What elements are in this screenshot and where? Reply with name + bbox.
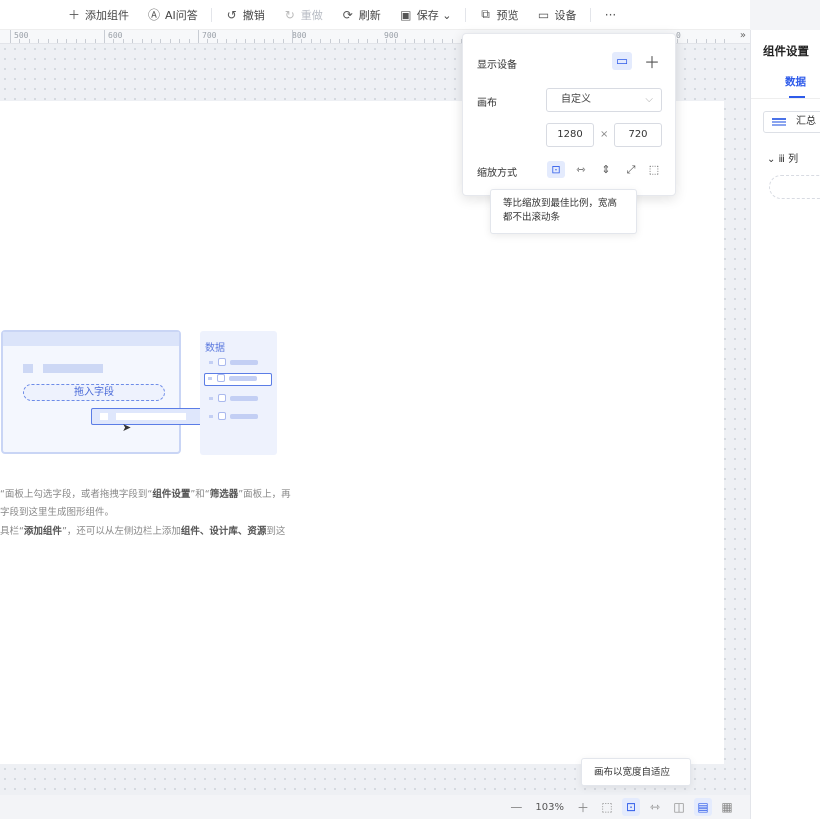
- device-settings-popover: 显示设备 ▭ ＋ 画布 自定义 ⌵ 1280 × 720 缩放方式 ⊡ ⇿ ⇕ ⤢…: [462, 33, 676, 196]
- illustration-drop-zone: 拖入字段: [23, 384, 165, 401]
- ai-icon: Ⓐ: [147, 8, 160, 22]
- empty-hint-line-3: 具栏“添加组件”，还可以从左侧边栏上添加组件、设计库、资源到这: [0, 526, 286, 537]
- device-icon: ▭: [537, 7, 550, 22]
- zoom-level[interactable]: 103%: [531, 802, 568, 813]
- more-icon: ···: [604, 7, 617, 22]
- scale-original-icon[interactable]: ⬚: [645, 161, 663, 178]
- fit-width-icon[interactable]: ⇿: [646, 798, 664, 816]
- panel-title: 组件设置: [763, 44, 809, 58]
- toolbar-button-label: 添加组件: [85, 8, 129, 22]
- illustration-dragged-field: [91, 408, 209, 425]
- toolbar-button-plus[interactable]: ＋ 添加组件: [58, 0, 138, 30]
- toolbar-button-label: 重做: [300, 8, 323, 22]
- toolbar-button-label: 撤销: [242, 8, 265, 22]
- fit-screen-icon[interactable]: ⬚: [598, 798, 616, 816]
- summary-selector[interactable]: 汇总: [763, 111, 820, 133]
- scale-fit-best-icon[interactable]: ⊡: [547, 161, 565, 178]
- summary-icon: [772, 118, 786, 126]
- scale-fit-height-icon[interactable]: ⇕: [597, 161, 615, 178]
- component-settings-panel: 组件设置 数据 汇总 ⌄ ⅲ 列: [750, 30, 820, 819]
- toolbar-button-redo[interactable]: ↻ 重做: [274, 0, 332, 30]
- plus-icon: ＋: [67, 8, 80, 22]
- display-device-label: 显示设备: [477, 60, 517, 71]
- scale-stretch-icon[interactable]: ⤢: [622, 161, 640, 178]
- top-toolbar: ＋ 添加组件 Ⓐ AI问答 ↺ 撤销 ↻ 重做 ⟳ 刷新 ▣ 保存 ⌄ ⧉ 预览 ▭ 设备 ···: [0, 0, 750, 30]
- canvas-height-input[interactable]: 720: [614, 123, 662, 147]
- canvas-width-input[interactable]: 1280: [546, 123, 594, 147]
- chevron-down-icon: ⌵: [645, 94, 653, 105]
- scale-mode-label: 缩放方式: [477, 168, 517, 179]
- tab-data[interactable]: 数据: [785, 74, 806, 89]
- ruler-label: 500: [14, 31, 29, 40]
- panel-layout-icon[interactable]: ▤: [694, 798, 712, 816]
- fit-best-icon[interactable]: ⊡: [622, 798, 640, 816]
- times-sign: ×: [600, 129, 609, 140]
- canvas-label: 画布: [477, 98, 497, 109]
- scale-mode-tooltip: 等比缩放到最佳比例，宽高都不出滚动条: [490, 189, 637, 234]
- toolbar-button-preview[interactable]: ⧉ 预览: [470, 0, 528, 30]
- toolbar-button-label: 保存 ⌄: [416, 8, 452, 22]
- toolbar-separator: [464, 7, 466, 22]
- toolbar-button-save[interactable]: ▣ 保存 ⌄: [390, 0, 461, 30]
- scale-fit-width-icon[interactable]: ⇿: [572, 161, 590, 178]
- empty-hint-line-1: “面板上勾选字段，或者拖拽字段到“组件设置”和“筛选器”面板上，再: [0, 489, 291, 500]
- toolbar-button-label: 设备: [554, 8, 577, 22]
- column-section-toggle[interactable]: ⌄ ⅲ 列: [767, 150, 798, 165]
- column-drop-zone[interactable]: [769, 175, 820, 199]
- monitor-icon[interactable]: ▭: [612, 52, 632, 70]
- toolbar-button-more[interactable]: ···: [595, 0, 627, 30]
- toolbar-button-refresh[interactable]: ⟳ 刷新: [332, 0, 390, 30]
- cursor-icon: ➤: [122, 421, 132, 434]
- zoom-bar: — 103% ＋ ⬚ ⊡ ⇿ ◫ ▤ ▦: [0, 795, 750, 819]
- toolbar-button-label: 预览: [496, 8, 519, 22]
- refresh-icon: ⟳: [342, 7, 353, 22]
- empty-hint-line-2: 字段到这里生成图形组件。: [0, 507, 115, 518]
- ruler-label: 700: [202, 31, 217, 40]
- toolbar-separator: [589, 7, 591, 22]
- illustration-data-label: 数据: [205, 343, 225, 354]
- zoom-out-icon[interactable]: —: [507, 798, 525, 816]
- toolbar-button-undo[interactable]: ↺ 撤销: [216, 0, 274, 30]
- fit-width-tooltip: 画布以宽度自适应: [581, 758, 691, 786]
- ruler-expand-icon[interactable]: »: [740, 30, 746, 41]
- undo-icon: ↺: [226, 7, 237, 22]
- zoom-in-icon[interactable]: ＋: [574, 798, 592, 816]
- redo-icon: ↻: [284, 7, 295, 22]
- ruler-label: 800: [292, 31, 307, 40]
- canvas-size-select[interactable]: 自定义 ⌵: [546, 88, 662, 112]
- illustration-data-panel: 数据: [200, 331, 277, 455]
- toolbar-button-ai[interactable]: Ⓐ AI问答: [138, 0, 207, 30]
- illustration-chart-frame: 拖入字段: [1, 330, 181, 454]
- toolbar-button-label: AI问答: [165, 8, 198, 22]
- toolbar-button-device[interactable]: ▭ 设备: [528, 0, 586, 30]
- toolbar-button-label: 刷新: [358, 8, 381, 22]
- toolbar-separator: [210, 7, 212, 22]
- save-icon: ▣: [400, 7, 412, 22]
- grid-icon[interactable]: ▦: [718, 798, 736, 816]
- add-device-icon[interactable]: ＋: [642, 52, 662, 72]
- layout-icon[interactable]: ◫: [670, 798, 688, 816]
- ruler-label: 600: [108, 31, 123, 40]
- preview-icon: ⧉: [481, 7, 490, 21]
